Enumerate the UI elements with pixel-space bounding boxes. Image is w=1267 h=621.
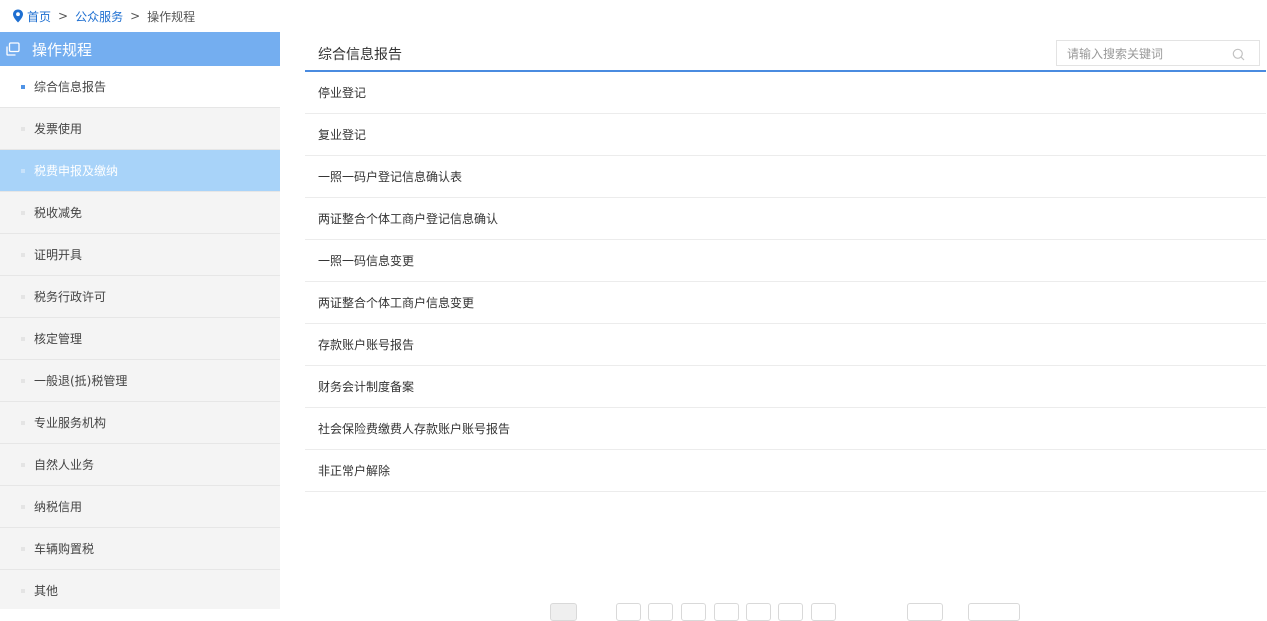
sidebar-item-label: 税务行政许可	[34, 290, 107, 304]
document-link[interactable]: 非正常户解除	[305, 450, 1266, 492]
sidebar-item-label: 其他	[34, 584, 59, 598]
bullet-icon	[21, 336, 25, 341]
sidebar-item-label: 税收减免	[34, 206, 83, 220]
sidebar-header: 操作规程	[0, 32, 280, 66]
sidebar-item-label: 税费申报及缴纳	[34, 164, 119, 178]
sidebar-item-label: 专业服务机构	[34, 416, 107, 430]
document-link[interactable]: 停业登记	[305, 72, 1266, 114]
breadcrumb-section-link[interactable]: 公众服务	[75, 8, 123, 25]
document-link[interactable]: 两证整合个体工商户登记信息确认	[305, 198, 1266, 240]
sidebar-title: 操作规程	[32, 40, 93, 59]
sidebar-item[interactable]: 核定管理	[0, 318, 280, 360]
bullet-icon	[21, 210, 25, 215]
sidebar-item[interactable]: 税务行政许可	[0, 276, 280, 318]
pagination-page-button[interactable]	[648, 603, 673, 621]
pagination-page-button[interactable]	[714, 603, 739, 621]
sidebar-item[interactable]: 税费申报及缴纳	[0, 150, 280, 192]
pagination-first-button[interactable]	[550, 603, 577, 621]
bullet-icon	[21, 126, 25, 131]
pagination	[0, 603, 1267, 621]
bullet-icon	[21, 168, 25, 173]
main-header: 综合信息报告	[305, 32, 1266, 72]
sidebar-item-label: 纳税信用	[34, 500, 83, 514]
sidebar: 操作规程 综合信息报告 发票使用 税费申报及缴纳 税收减免 证明开具 税务行政许…	[0, 32, 280, 609]
sidebar-item[interactable]: 专业服务机构	[0, 402, 280, 444]
sidebar-item[interactable]: 纳税信用	[0, 486, 280, 528]
pagination-page-button[interactable]	[811, 603, 836, 621]
document-list: 停业登记 复业登记 一照一码户登记信息确认表 两证整合个体工商户登记信息确认 一…	[305, 72, 1266, 492]
sidebar-item-label: 车辆购置税	[34, 542, 95, 556]
sidebar-item[interactable]: 证明开具	[0, 234, 280, 276]
pagination-go-button[interactable]	[968, 603, 1020, 621]
sidebar-item[interactable]: 车辆购置税	[0, 528, 280, 570]
bullet-icon	[21, 378, 25, 383]
breadcrumb: 首页 > 公众服务 > 操作规程	[12, 6, 195, 26]
sidebar-menu: 综合信息报告 发票使用 税费申报及缴纳 税收减免 证明开具 税务行政许可 核定管…	[0, 66, 280, 609]
page-title: 综合信息报告	[318, 47, 402, 63]
document-link[interactable]: 一照一码户登记信息确认表	[305, 156, 1266, 198]
pagination-jump-input[interactable]	[907, 603, 943, 621]
sidebar-item-label: 自然人业务	[34, 458, 95, 472]
pagination-page-button[interactable]	[778, 603, 803, 621]
breadcrumb-current: 操作规程	[147, 9, 196, 24]
sidebar-item-label: 证明开具	[34, 248, 83, 262]
sidebar-item[interactable]: 税收减免	[0, 192, 280, 234]
bullet-icon	[21, 546, 25, 551]
breadcrumb-separator: >	[58, 9, 69, 23]
search-input[interactable]	[1065, 45, 1229, 63]
bullet-icon	[21, 420, 25, 425]
bullet-icon	[21, 294, 25, 299]
document-link[interactable]: 一照一码信息变更	[305, 240, 1266, 282]
sidebar-item[interactable]: 自然人业务	[0, 444, 280, 486]
search-icon[interactable]	[1232, 48, 1245, 61]
main-content: 综合信息报告 停业登记 复业登记 一照一码户登记信息确认表 两证整合个体工商户登…	[305, 32, 1266, 492]
location-pin-icon	[13, 9, 23, 23]
sidebar-item[interactable]: 发票使用	[0, 108, 280, 150]
pagination-page-button[interactable]	[681, 603, 706, 621]
document-link[interactable]: 复业登记	[305, 114, 1266, 156]
sidebar-item-label: 一般退(抵)税管理	[34, 374, 128, 388]
pagination-page-button[interactable]	[616, 603, 641, 621]
bullet-icon	[21, 84, 25, 89]
bullet-icon	[21, 588, 25, 593]
pagination-page-button[interactable]	[746, 603, 771, 621]
sidebar-item-label: 核定管理	[34, 332, 83, 346]
bullet-icon	[21, 252, 25, 257]
sidebar-item[interactable]: 一般退(抵)税管理	[0, 360, 280, 402]
document-link[interactable]: 存款账户账号报告	[305, 324, 1266, 366]
sidebar-item-label: 综合信息报告	[34, 80, 107, 94]
search-box	[1056, 40, 1260, 66]
bullet-icon	[21, 504, 25, 509]
document-link[interactable]: 社会保险费缴费人存款账户账号报告	[305, 408, 1266, 450]
breadcrumb-home-link[interactable]: 首页	[27, 8, 51, 25]
breadcrumb-separator: >	[130, 9, 141, 23]
sidebar-item-label: 发票使用	[34, 122, 83, 136]
copy-icon	[6, 42, 20, 56]
sidebar-item[interactable]: 综合信息报告	[0, 66, 280, 108]
document-link[interactable]: 财务会计制度备案	[305, 366, 1266, 408]
document-link[interactable]: 两证整合个体工商户信息变更	[305, 282, 1266, 324]
bullet-icon	[21, 462, 25, 467]
